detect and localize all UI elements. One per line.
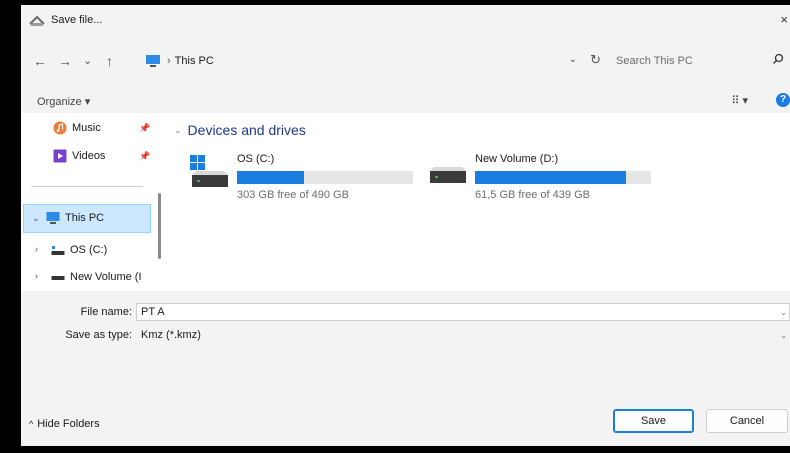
drive-usage-fill (475, 171, 627, 184)
this-pc-icon (46, 212, 60, 224)
search-box[interactable] (606, 47, 790, 75)
close-icon[interactable]: × (780, 12, 788, 27)
search-icon[interactable] (772, 53, 784, 65)
file-name-input[interactable] (137, 305, 789, 319)
save-file-dialog: Save file... × ← → ⌄ ↑ › This PC ⌄ ↻ Or (21, 5, 790, 446)
sidebar-item-label: Videos (72, 150, 106, 162)
breadcrumb-separator-icon: › (167, 55, 171, 67)
file-name-dropdown-chevron-icon[interactable]: ⌄ (780, 308, 787, 317)
hide-folders-label: Hide Folders (37, 418, 100, 430)
expand-chevron-icon[interactable]: › (35, 271, 38, 281)
pin-icon: 📌 (139, 151, 151, 161)
group-label: Devices and drives (187, 122, 306, 138)
group-collapse-chevron-icon[interactable]: ⌄ (174, 125, 182, 136)
sidebar-item-label: New Volume (I (70, 271, 142, 283)
save-type-dropdown-chevron-icon[interactable]: ⌄ (780, 331, 787, 340)
file-name-row: File name: ⌄ (21, 303, 790, 321)
address-dropdown-chevron-icon[interactable]: ⌄ (569, 54, 577, 65)
sidebar-item-label: Music (72, 122, 101, 134)
title-bar: Save file... × (21, 5, 790, 35)
hide-folders-toggle[interactable]: ^ Hide Folders (29, 418, 100, 430)
drive-free-space: 303 GB free of 490 GB (237, 189, 349, 201)
navigation-bar: ← → ⌄ ↑ › This PC ⌄ ↻ (21, 35, 790, 90)
collapse-chevron-icon[interactable]: ⌄ (32, 213, 40, 224)
search-input[interactable] (614, 54, 768, 68)
videos-icon (53, 149, 67, 163)
sidebar-item-new-volume[interactable]: New Volume (I (51, 270, 142, 284)
change-view-button[interactable]: ⠿ ▾ (731, 94, 748, 107)
app-icon (29, 15, 45, 26)
file-name-combobox[interactable]: ⌄ (136, 303, 790, 321)
sidebar-this-pc-label-group: This PC (46, 211, 104, 225)
drive-usage-bar (237, 171, 413, 184)
address-bar[interactable]: › This PC ⌄ ↻ (141, 47, 601, 75)
pin-icon: 📌 (139, 123, 151, 133)
file-name-label: File name: (80, 306, 132, 318)
breadcrumb-this-pc[interactable]: This PC (175, 55, 214, 67)
sidebar-item-videos[interactable]: Videos (53, 149, 105, 163)
refresh-icon[interactable]: ↻ (590, 52, 601, 68)
drive-usage-fill (237, 171, 305, 184)
music-icon (53, 121, 67, 135)
drive-free-space: 61,5 GB free of 439 GB (475, 189, 590, 201)
drive-icon (51, 276, 65, 280)
save-type-select[interactable]: Kmz (*.kmz) ⌄ (136, 326, 790, 344)
back-arrow-icon[interactable]: ← (33, 53, 47, 69)
save-type-row: Save as type: Kmz (*.kmz) ⌄ (21, 326, 790, 344)
group-header-devices[interactable]: ⌄ Devices and drives (174, 122, 306, 138)
navigation-pane: Music 📌 Videos 📌 ⌄ This PC › OS (C:) › N… (21, 113, 161, 291)
window-title: Save file... (51, 14, 103, 26)
this-pc-icon (146, 55, 160, 67)
sidebar-item-label: OS (C:) (70, 244, 108, 256)
sidebar-item-label: This PC (65, 212, 105, 224)
expand-chevron-icon[interactable]: › (35, 244, 38, 254)
drive-name: OS (C:) (237, 153, 275, 165)
sidebar-item-this-pc[interactable]: ⌄ This PC (23, 204, 151, 233)
sidebar-divider (31, 186, 143, 187)
drive-item-new-volume-d[interactable]: New Volume (D:) 61,5 GB free of 439 GB (428, 153, 678, 203)
recent-locations-chevron-icon[interactable]: ⌄ (83, 53, 92, 69)
up-arrow-icon[interactable]: ↑ (106, 53, 113, 69)
cancel-button[interactable]: Cancel (706, 409, 788, 433)
save-type-value: Kmz (*.kmz) (141, 329, 201, 341)
file-list: ⌄ Devices and drives OS (C:) 303 GB free… (166, 113, 790, 291)
sidebar-scrollbar[interactable] (158, 193, 161, 259)
command-bar: Organize ▾ ⠿ ▾ ? (21, 90, 790, 113)
sidebar-item-os-c[interactable]: OS (C:) (51, 243, 107, 257)
drive-item-os-c[interactable]: OS (C:) 303 GB free of 490 GB (190, 153, 420, 203)
save-button[interactable]: Save (613, 409, 694, 433)
forward-arrow-icon[interactable]: → (58, 53, 72, 69)
drive-usage-bar (475, 171, 651, 184)
dialog-footer: ^ Hide Folders Save Cancel (21, 385, 790, 446)
drive-name: New Volume (D:) (475, 153, 559, 165)
chevron-up-icon: ^ (29, 419, 34, 429)
organize-button[interactable]: Organize ▾ (37, 95, 90, 108)
drive-icon (51, 246, 65, 255)
help-icon[interactable]: ? (776, 93, 790, 107)
save-form: File name: ⌄ Save as type: Kmz (*.kmz) ⌄ (21, 291, 790, 385)
drive-icon (430, 167, 466, 183)
sidebar-item-music[interactable]: Music (53, 121, 101, 135)
save-type-label: Save as type: (65, 329, 132, 341)
windows-drive-icon (190, 155, 228, 187)
